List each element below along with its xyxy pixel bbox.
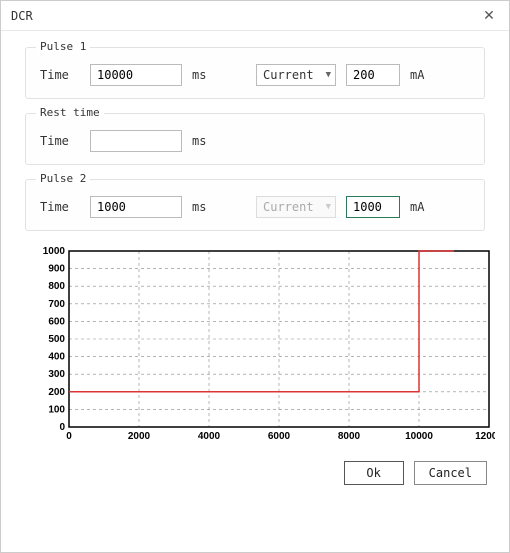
rest-row: Time ms [40,130,470,152]
rest-time-unit: ms [192,134,216,148]
titlebar-title: DCR [11,9,33,23]
titlebar: DCR ✕ [1,1,509,31]
pulse1-mode-value: Current [263,68,314,82]
pulse1-time-label: Time [40,68,80,82]
group-pulse2-title: Pulse 2 [36,172,90,185]
pulse2-time-label: Time [40,200,80,214]
svg-text:800: 800 [48,281,65,292]
pulse1-amp-unit: mA [410,68,434,82]
chevron-down-icon: ▼ [326,70,331,80]
pulse2-mode-value: Current [263,200,314,214]
svg-text:10000: 10000 [405,431,433,442]
pulse1-time-unit: ms [192,68,216,82]
svg-text:600: 600 [48,316,65,327]
rest-time-input[interactable] [90,130,182,152]
svg-text:4000: 4000 [198,431,221,442]
rest-time-label: Time [40,134,80,148]
pulse2-amp-unit: mA [410,200,434,214]
svg-text:400: 400 [48,352,65,363]
ok-button[interactable]: Ok [344,461,404,485]
pulse1-amp-input[interactable] [346,64,400,86]
svg-text:6000: 6000 [268,431,291,442]
chart-svg: 0100200300400500600700800900100002000400… [35,245,495,445]
svg-text:8000: 8000 [338,431,361,442]
dialog-window: DCR ✕ Pulse 1 Time ms Current ▼ mA Rest … [0,0,510,553]
group-pulse2: Pulse 2 Time ms Current ▼ mA [25,179,485,231]
svg-text:900: 900 [48,264,65,275]
svg-text:2000: 2000 [128,431,151,442]
cancel-button[interactable]: Cancel [414,461,487,485]
pulse1-time-input[interactable] [90,64,182,86]
chart: 0100200300400500600700800900100002000400… [35,245,475,445]
button-row: Ok Cancel [1,453,509,497]
svg-text:200: 200 [48,387,65,398]
pulse2-row: Time ms Current ▼ mA [40,196,470,218]
svg-text:100: 100 [48,404,65,415]
chevron-down-icon: ▼ [326,202,331,212]
svg-text:12000: 12000 [475,431,495,442]
group-rest-title: Rest time [36,106,104,119]
content-area: Pulse 1 Time ms Current ▼ mA Rest time T… [1,31,509,453]
pulse2-mode-select: Current ▼ [256,196,336,218]
pulse1-row: Time ms Current ▼ mA [40,64,470,86]
svg-text:700: 700 [48,299,65,310]
pulse2-amp-input[interactable] [346,196,400,218]
group-pulse1: Pulse 1 Time ms Current ▼ mA [25,47,485,99]
close-icon[interactable]: ✕ [479,6,499,26]
svg-text:500: 500 [48,334,65,345]
svg-text:0: 0 [66,431,72,442]
group-pulse1-title: Pulse 1 [36,40,90,53]
pulse1-mode-select[interactable]: Current ▼ [256,64,336,86]
svg-text:300: 300 [48,369,65,380]
svg-text:1000: 1000 [43,246,66,257]
pulse2-time-input[interactable] [90,196,182,218]
svg-text:0: 0 [59,422,65,433]
group-rest: Rest time Time ms [25,113,485,165]
pulse2-time-unit: ms [192,200,216,214]
